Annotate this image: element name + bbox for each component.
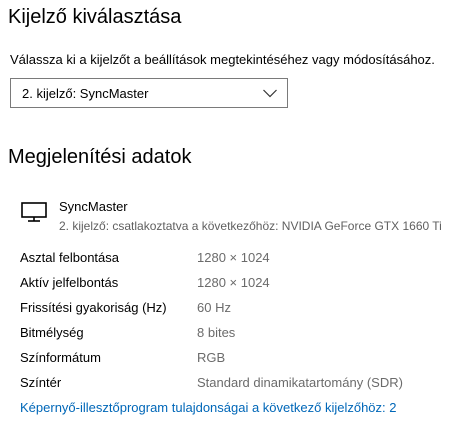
active-signal-resolution-label: Aktív jelfelbontás [20,275,119,290]
display-select-dropdown[interactable]: 2. kijelző: SyncMaster [10,78,288,108]
color-space-label: Színtér [20,375,62,390]
monitor-name: SyncMaster [59,199,128,214]
display-adapter-properties-link[interactable]: Képernyő-illesztőprogram tulajdonságai a… [20,400,397,415]
color-format-label: Színformátum [20,350,101,365]
refresh-rate-label: Frissítési gyakoriság (Hz) [20,300,167,315]
color-space-value: Standard dinamikatartomány (SDR) [197,375,403,390]
refresh-rate-value: 60 Hz [197,300,231,315]
select-display-heading: Kijelző kiválasztása [8,6,182,28]
chevron-down-icon [263,89,277,98]
desktop-resolution-value: 1280 × 1024 [197,250,270,265]
active-signal-resolution-value: 1280 × 1024 [197,275,270,290]
desktop-resolution-label: Asztal felbontása [20,250,120,265]
monitor-description: 2. kijelző: csatlakoztatva a következőhö… [59,219,442,233]
bit-depth-label: Bitmélység [20,325,84,340]
select-display-instruction: Válassza ki a kijelzőt a beállítások meg… [10,52,435,67]
monitor-icon [21,202,47,222]
display-info-heading: Megjelenítési adatok [8,146,192,168]
bit-depth-value: 8 bites [197,325,236,340]
color-format-value: RGB [197,350,226,365]
display-select-value: 2. kijelző: SyncMaster [22,86,149,101]
